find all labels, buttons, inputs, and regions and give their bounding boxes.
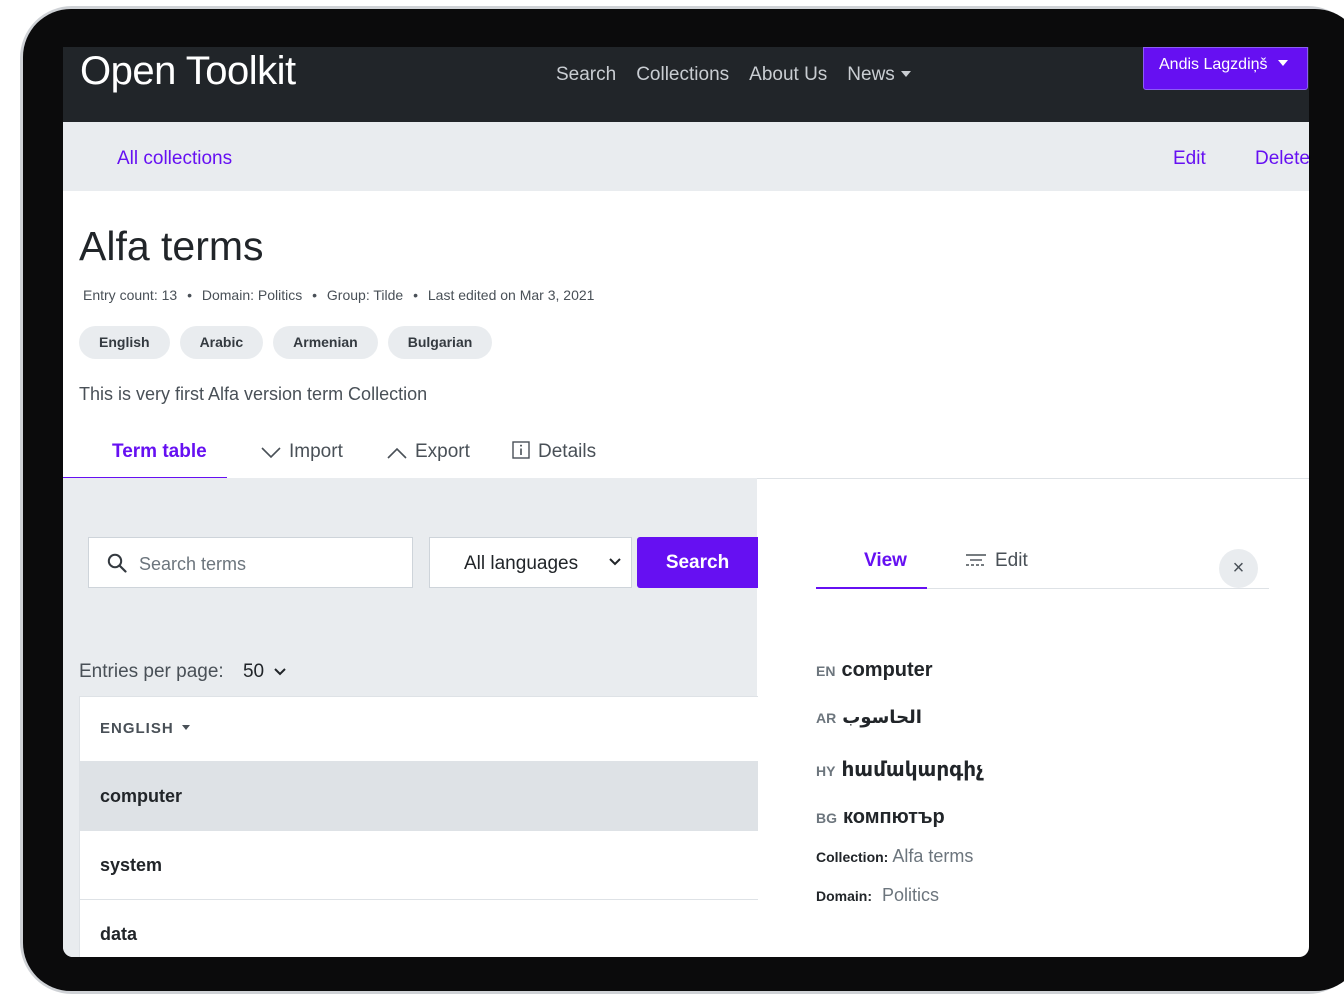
nav-link-search[interactable]: Search [556, 64, 616, 86]
navbar: Open Toolkit Search Collections About Us… [63, 47, 1309, 122]
search-icon [107, 553, 127, 573]
meta-separator: • [312, 287, 318, 303]
detail-collection-value: Alfa terms [892, 846, 974, 866]
language-badges: English Arabic Armenian Bulgarian [79, 326, 493, 359]
column-header-label: ENGLISH [100, 720, 174, 737]
tab-export-label: Export [415, 441, 470, 462]
language-badge-bulgarian: Bulgarian [387, 326, 493, 359]
language-code: BG [816, 810, 837, 826]
detail-domain-value: Politics [882, 885, 940, 905]
chevron-down-icon [261, 447, 281, 459]
language-code: EN [816, 663, 836, 679]
tab-term-table-label: Term table [112, 441, 207, 462]
nav-link-news[interactable]: News [847, 64, 911, 86]
language-select[interactable]: All languages [429, 537, 632, 588]
chevron-up-icon [387, 447, 407, 459]
entry-count: Entry count: 13 [83, 287, 178, 303]
search-box [88, 537, 413, 588]
term-entry-en: EN computer [816, 659, 933, 682]
all-collections-link[interactable]: All collections [117, 148, 232, 170]
entries-per-page-value: 50 [242, 661, 265, 682]
caret-down-icon [1277, 60, 1288, 66]
nav-link-about-us[interactable]: About Us [749, 64, 827, 86]
caret-down-icon [181, 725, 190, 730]
search-input[interactable] [137, 550, 401, 578]
term-table-panel: All languages Search Entries per page: 5… [63, 478, 758, 957]
detail-tabs: View Edit [816, 537, 1269, 589]
tab-import[interactable]: Import [261, 428, 343, 477]
table-row[interactable]: data [80, 900, 758, 957]
nav-link-collections[interactable]: Collections [636, 64, 729, 86]
delete-collection-link[interactable]: Delete [1255, 148, 1309, 170]
last-edited: Last edited on Mar 3, 2021 [427, 287, 595, 303]
brand-logo[interactable]: Open Toolkit [80, 49, 296, 94]
chevron-down-icon [609, 558, 621, 566]
tab-view[interactable]: View [816, 537, 927, 589]
language-badge-arabic: Arabic [179, 326, 264, 359]
user-name: Andis Lagzdiņš [1159, 56, 1268, 73]
tab-details-label: Details [538, 441, 597, 462]
language-code: HY [816, 763, 836, 779]
meta-separator: • [413, 287, 418, 303]
edit-lines-icon [966, 554, 986, 566]
collection-group: Group: Tilde [326, 287, 404, 303]
language-code: AR [816, 710, 837, 726]
info-icon [512, 441, 530, 459]
detail-domain: Domain: Politics [816, 885, 939, 906]
table-row[interactable]: computer [80, 762, 758, 831]
term-entry-ar: AR الحاسوب [816, 707, 922, 728]
table-row[interactable]: system [80, 831, 758, 900]
nav-link-news-label: News [847, 64, 895, 85]
tab-term-table[interactable]: Term table [63, 428, 227, 479]
language-badge-english: English [79, 326, 170, 359]
nav-links: Search Collections About Us News [556, 64, 911, 86]
collection-meta: Entry count: 13 • Domain: Politics • Gro… [83, 287, 594, 303]
detail-collection-label: Collection: [816, 849, 889, 865]
page-title: Alfa terms [79, 223, 264, 269]
collection-tabs: Term table Import Export Details [63, 428, 1309, 479]
edit-collection-link[interactable]: Edit [1173, 148, 1206, 170]
term-value: компютър [843, 806, 945, 828]
term-value: الحاسوب [842, 707, 922, 727]
detail-domain-label: Domain: [816, 888, 872, 904]
close-detail-button[interactable]: × [1219, 549, 1258, 588]
detail-collection: Collection: Alfa terms [816, 846, 973, 867]
entries-per-page-select[interactable]: 50 [243, 661, 286, 682]
user-menu-button[interactable]: Andis Lagzdiņš [1143, 47, 1308, 90]
tab-details[interactable]: Details [512, 428, 596, 477]
search-button[interactable]: Search [637, 537, 758, 588]
entries-per-page: Entries per page: 50 [79, 661, 286, 683]
caret-down-icon [900, 71, 911, 77]
language-badge-armenian: Armenian [273, 326, 378, 359]
term-value: համակարգիչ [841, 759, 984, 781]
tab-export[interactable]: Export [387, 428, 470, 477]
term-value: computer [841, 659, 933, 681]
entries-per-page-label: Entries per page: [79, 661, 224, 682]
term-table: ENGLISH computer system data [79, 696, 758, 957]
column-header-english[interactable]: ENGLISH [80, 697, 758, 762]
meta-separator: • [187, 287, 192, 303]
collection-description: This is very first Alfa version term Col… [79, 384, 428, 404]
tab-edit-label: Edit [995, 550, 1028, 571]
term-entry-hy: HY համակարգիչ [816, 757, 983, 782]
term-entry-bg: BG компютър [816, 806, 945, 829]
screen: Open Toolkit Search Collections About Us… [63, 47, 1309, 957]
language-select-value: All languages [464, 553, 579, 574]
chevron-down-icon [274, 668, 286, 676]
tab-edit[interactable]: Edit [965, 537, 1028, 587]
tab-view-label: View [864, 550, 907, 571]
tab-import-label: Import [289, 441, 343, 462]
collection-action-bar: All collections Edit Delete [63, 122, 1309, 191]
collection-domain: Domain: Politics [201, 287, 303, 303]
